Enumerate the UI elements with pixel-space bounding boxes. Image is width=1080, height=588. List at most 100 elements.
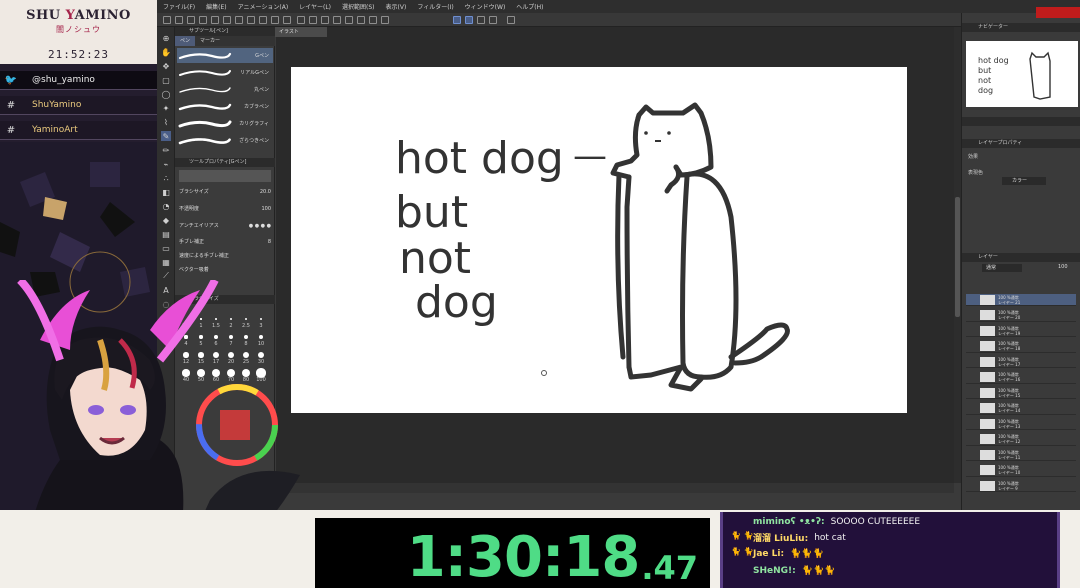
prop-label: ブラシサイズ — [179, 189, 209, 195]
fill-icon[interactable] — [271, 16, 279, 24]
tab-pen[interactable]: ペン — [175, 36, 196, 46]
eyedropper-tool-icon[interactable]: ⌇ — [161, 117, 171, 127]
layer-row[interactable]: 100 %通常 レイヤー 21 — [966, 294, 1076, 306]
brush-item-real-g-pen[interactable]: リアルGペン — [177, 65, 273, 80]
select-tool-icon[interactable]: ▢ — [161, 75, 171, 85]
layer-row[interactable]: 100 %通常 レイヤー 12 — [966, 434, 1076, 446]
twitter-icon: 🐦 — [4, 74, 18, 86]
blend-tool-icon[interactable]: ◔ — [161, 201, 171, 211]
layer-row[interactable]: 100 %通常 レイヤー 10 — [966, 465, 1076, 477]
prop-brush-size[interactable]: ブラシサイズ 20.0 — [179, 187, 271, 196]
menu-layer[interactable]: レイヤー(L) — [299, 2, 331, 11]
ruler-icon[interactable] — [345, 16, 353, 24]
menu-view[interactable]: 表示(V) — [386, 2, 407, 11]
brush-item-rough-pen[interactable]: ざらつきペン — [177, 133, 273, 148]
grid-icon[interactable] — [333, 16, 341, 24]
subtool-tabs: ペン マーカー — [175, 36, 275, 46]
menu-edit[interactable]: 編集(E) — [206, 2, 226, 11]
flip-v-icon[interactable] — [369, 16, 377, 24]
timer-milliseconds: .47 — [641, 549, 698, 587]
layer-row[interactable]: 100 %通常 レイヤー 9 — [966, 480, 1076, 492]
eye-icon[interactable] — [309, 16, 317, 24]
pencil-tool-icon[interactable]: ✏ — [161, 145, 171, 155]
layer-row[interactable]: 100 %通常 レイヤー 18 — [966, 341, 1076, 353]
document-tab[interactable]: イラスト — [275, 27, 327, 37]
zoom-icon[interactable] — [381, 16, 389, 24]
layer-row[interactable]: 100 %通常 レイヤー 19 — [966, 325, 1076, 337]
ruler-toggle-icon[interactable] — [489, 16, 497, 24]
prop-opacity[interactable]: 不透明度 100 — [179, 204, 271, 213]
tab-marker[interactable]: マーカー — [195, 36, 225, 46]
layer-opacity[interactable]: 100 — [1058, 264, 1068, 270]
pen-tool-icon[interactable]: ✎ — [161, 131, 171, 141]
prop-antialias[interactable]: アンチエイリアス ● ● ● ● — [179, 221, 271, 230]
prop-speed-stabilization[interactable]: 速度による手ブレ補正 — [179, 251, 271, 260]
transform-icon[interactable] — [259, 16, 267, 24]
recording-badge — [1036, 7, 1080, 18]
layer-row[interactable]: 100 %通常 レイヤー 17 — [966, 356, 1076, 368]
drawing-canvas[interactable]: hot dog but not dog — — [291, 67, 907, 413]
prop-vector-snap[interactable]: ベクター吸着 — [179, 265, 271, 274]
blend-mode-select[interactable]: 通常 — [982, 264, 1022, 272]
layer-row[interactable]: 100 %通常 レイヤー 15 — [966, 387, 1076, 399]
brush-item-kabura-pen[interactable]: カブラペン — [177, 99, 273, 114]
menu-animation[interactable]: アニメーション(A) — [238, 2, 289, 11]
new-icon[interactable] — [163, 16, 171, 24]
eyedropper-icon[interactable] — [477, 16, 485, 24]
brush-cursor-icon — [541, 370, 547, 376]
drawing-text-but: but — [395, 187, 468, 238]
brush-label: リアルGペン — [240, 70, 269, 76]
settings-icon[interactable] — [297, 16, 305, 24]
layer-row[interactable]: 100 %通常 レイヤー 20 — [966, 310, 1076, 322]
menu-help[interactable]: ヘルプ(H) — [516, 2, 543, 11]
rotate-icon[interactable] — [235, 16, 243, 24]
layer-row[interactable]: 100 %通常 レイヤー 14 — [966, 403, 1076, 415]
hand-tool-icon[interactable]: ✋ — [161, 47, 171, 57]
flip-h-icon[interactable] — [357, 16, 365, 24]
redo-icon[interactable] — [211, 16, 219, 24]
open-icon[interactable] — [175, 16, 183, 24]
undo-icon[interactable] — [199, 16, 207, 24]
pen-mode-icon[interactable] — [453, 16, 461, 24]
lasso-tool-icon[interactable]: ◯ — [161, 89, 171, 99]
brush-item-calligraphy[interactable]: カリグラフィ — [177, 116, 273, 131]
save-icon[interactable] — [187, 16, 195, 24]
pen-pressure-icon[interactable] — [465, 16, 473, 24]
brush-item-round-pen[interactable]: 丸ペン — [177, 82, 273, 97]
snap-icon[interactable] — [223, 16, 231, 24]
canvas-status-bar: 56.7 — [276, 483, 954, 493]
drawing-dash: — — [573, 136, 607, 176]
menu-selection[interactable]: 選択範囲(S) — [342, 2, 375, 11]
navigator-preview[interactable]: hot dog but not dog — [966, 41, 1078, 107]
layer-row[interactable]: 100 %通常 レイヤー 16 — [966, 372, 1076, 384]
prop-stabilization[interactable]: 手ブレ補正 8 — [179, 237, 271, 246]
layer-row[interactable]: 100 %通常 レイヤー 13 — [966, 418, 1076, 430]
layer-info: 100 %通常 レイヤー 9 — [998, 480, 1019, 491]
layer-row[interactable]: 100 %通常 レイヤー 11 — [966, 449, 1076, 461]
brush-stroke-preview — [178, 137, 232, 144]
shape-tool-icon[interactable]: ▭ — [161, 243, 171, 253]
layer-prop-color-select[interactable]: カラー — [1002, 177, 1046, 185]
expand-icon[interactable] — [507, 16, 515, 24]
frame-tool-icon[interactable]: ▦ — [161, 257, 171, 267]
flip-icon[interactable] — [247, 16, 255, 24]
brush-item-g-pen[interactable]: Gペン — [177, 48, 273, 63]
layer-icon[interactable] — [321, 16, 329, 24]
chat-message: mimino ʕ •ᴥ•ʔ: SOOOO CUTEEEEEE — [753, 514, 920, 529]
brush-tool-icon[interactable]: ⌁ — [161, 159, 171, 169]
menu-filter[interactable]: フィルター(I) — [417, 2, 453, 11]
social-twitter: 🐦 @shu_yamino — [0, 71, 157, 90]
eraser-tool-icon[interactable]: ◧ — [161, 187, 171, 197]
gradient-tool-icon[interactable]: ▤ — [161, 229, 171, 239]
move-tool-icon[interactable]: ✥ — [161, 61, 171, 71]
canvas-vertical-scrollbar[interactable] — [954, 27, 961, 483]
antialias-icon: ● ● ● ● — [248, 222, 271, 229]
zoom-tool-icon[interactable]: ⊕ — [161, 33, 171, 43]
layer-info: 100 %通常 レイヤー 13 — [998, 418, 1021, 429]
wand-tool-icon[interactable]: ✦ — [161, 103, 171, 113]
clear-icon[interactable] — [283, 16, 291, 24]
airbrush-tool-icon[interactable]: ∴ — [161, 173, 171, 183]
menu-file[interactable]: ファイル(F) — [163, 2, 195, 11]
fill-tool-icon[interactable]: ◆ — [161, 215, 171, 225]
menu-window[interactable]: ウィンドウ(W) — [465, 2, 506, 11]
